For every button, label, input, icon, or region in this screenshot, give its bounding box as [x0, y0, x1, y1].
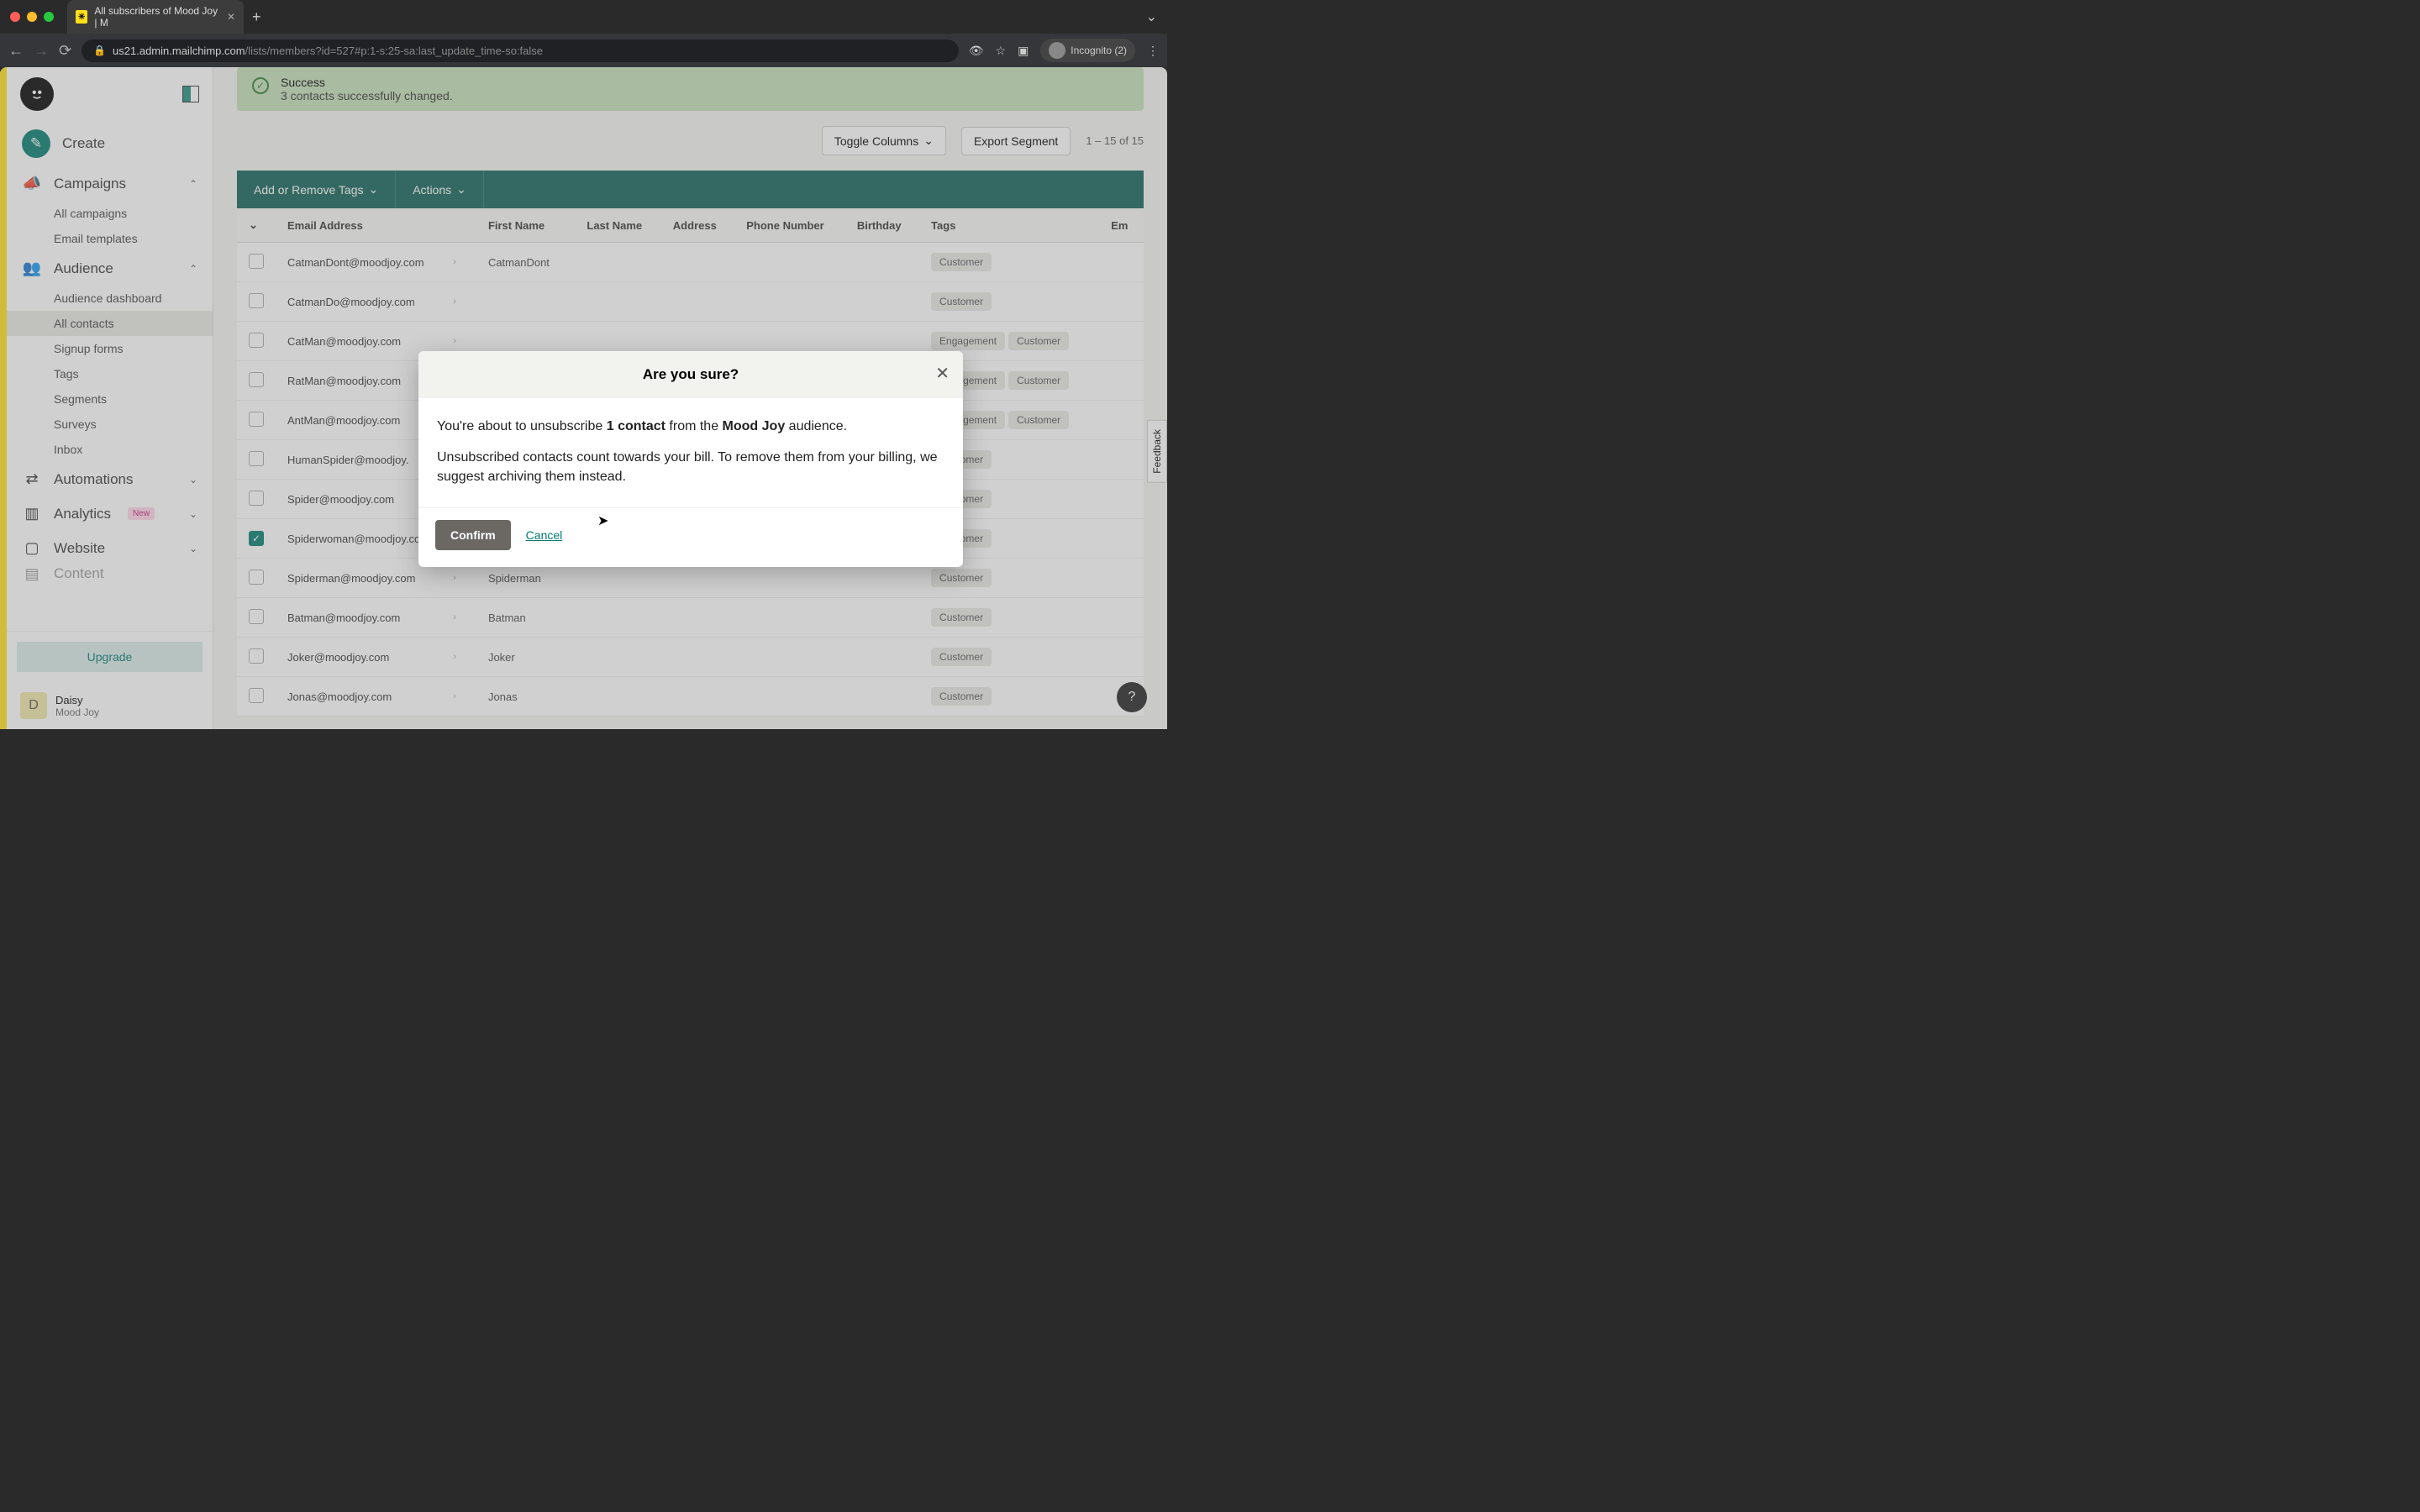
- tabs-dropdown-icon[interactable]: ⌄: [1146, 8, 1157, 25]
- browser-chrome: ✳ All subscribers of Mood Joy | M ✕ + ⌄ …: [0, 0, 1167, 67]
- tab-close-icon[interactable]: ✕: [227, 11, 235, 23]
- favicon-icon: ✳: [76, 10, 87, 24]
- modal-body2: Unsubscribed contacts count towards your…: [437, 448, 944, 486]
- window-close[interactable]: [10, 12, 20, 22]
- modal-header: Are you sure? ✕: [418, 351, 963, 398]
- confirm-button[interactable]: Confirm: [435, 520, 511, 550]
- back-button[interactable]: ←: [8, 42, 24, 60]
- app: ✎ Create 📣 Campaigns ⌃ All campaigns Ema…: [0, 67, 1167, 729]
- incognito-label: Incognito (2): [1071, 45, 1127, 56]
- browser-tab[interactable]: ✳ All subscribers of Mood Joy | M ✕: [67, 0, 244, 34]
- modal-title: Are you sure?: [643, 366, 739, 383]
- forward-button: →: [34, 42, 49, 60]
- incognito-badge[interactable]: Incognito (2): [1040, 39, 1135, 62]
- window-maximize[interactable]: [44, 12, 54, 22]
- lock-icon: 🔒: [93, 45, 106, 56]
- url-bar[interactable]: 🔒 us21.admin.mailchimp.com/lists/members…: [82, 39, 959, 62]
- modal-footer: Confirm Cancel: [418, 507, 963, 567]
- kebab-menu-icon[interactable]: ⋮: [1147, 44, 1159, 58]
- new-tab-button[interactable]: +: [252, 8, 261, 26]
- modal-body1-post: audience.: [785, 419, 847, 433]
- confirm-modal: Are you sure? ✕ You're about to unsubscr…: [418, 351, 963, 567]
- modal-body1-mid: from the: [666, 419, 723, 433]
- modal-body1-bold2: Mood Joy: [723, 419, 786, 433]
- browser-toolbar: ← → ⟳ 🔒 us21.admin.mailchimp.com/lists/m…: [0, 34, 1167, 67]
- window-minimize[interactable]: [27, 12, 37, 22]
- reload-button[interactable]: ⟳: [59, 42, 71, 60]
- bookmark-icon[interactable]: ☆: [996, 44, 1007, 58]
- url-path: /lists/members?id=527#p:1-s:25-sa:last_u…: [245, 45, 543, 57]
- url-host: us21.admin.mailchimp.com: [113, 45, 245, 57]
- titlebar: ✳ All subscribers of Mood Joy | M ✕ + ⌄: [0, 0, 1167, 34]
- window-controls: [10, 12, 54, 22]
- modal-close-icon[interactable]: ✕: [935, 363, 950, 384]
- modal-body1-bold1: 1 contact: [607, 419, 666, 433]
- eye-off-icon[interactable]: 👁: [969, 44, 984, 58]
- modal-body1-pre: You're about to unsubscribe: [437, 419, 607, 433]
- incognito-icon: [1049, 42, 1065, 59]
- tab-title: All subscribers of Mood Joy | M: [94, 5, 220, 29]
- panel-icon[interactable]: ▣: [1018, 44, 1028, 58]
- cancel-button[interactable]: Cancel: [526, 528, 563, 542]
- toolbar-right: 👁 ☆ ▣ Incognito (2) ⋮: [969, 39, 1159, 62]
- modal-body: You're about to unsubscribe 1 contact fr…: [418, 398, 963, 507]
